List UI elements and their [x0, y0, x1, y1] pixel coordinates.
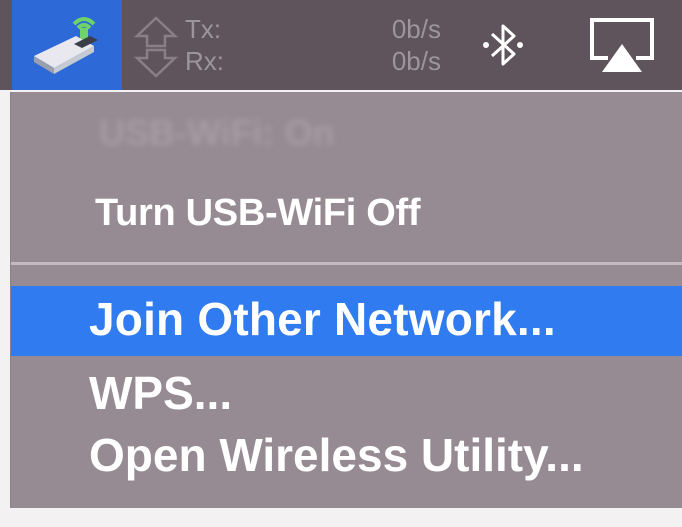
- airplay-icon[interactable]: [586, 14, 658, 76]
- open-wireless-utility-item[interactable]: Open Wireless Utility...: [89, 428, 584, 482]
- turn-usb-wifi-off-item[interactable]: Turn USB-WiFi Off: [95, 192, 421, 235]
- usb-wifi-menu-extra[interactable]: [12, 0, 122, 90]
- join-other-network-label: Join Other Network...: [89, 293, 556, 345]
- menu-bar: Tx: 0b/s Rx: 0b/s: [0, 0, 682, 90]
- menu-separator: [11, 262, 682, 265]
- upload-download-arrows-icon: [133, 16, 179, 78]
- bluetooth-icon[interactable]: [480, 18, 526, 72]
- wps-item[interactable]: WPS...: [89, 366, 232, 420]
- rx-value: 0b/s: [391, 46, 441, 76]
- wifi-status-item: USB-WiFi: On: [99, 112, 335, 153]
- usb-wifi-icon: [34, 17, 98, 74]
- usb-wifi-dropdown-menu: USB-WiFi: On Turn USB-WiFi Off Join Othe…: [10, 92, 682, 508]
- network-throughput-indicator[interactable]: Tx: 0b/s Rx: 0b/s: [125, 0, 455, 90]
- tx-value: 0b/s: [391, 14, 441, 44]
- tx-label: Tx:: [185, 14, 222, 44]
- rx-label: Rx:: [185, 46, 224, 76]
- join-other-network-item[interactable]: Join Other Network...: [11, 286, 682, 356]
